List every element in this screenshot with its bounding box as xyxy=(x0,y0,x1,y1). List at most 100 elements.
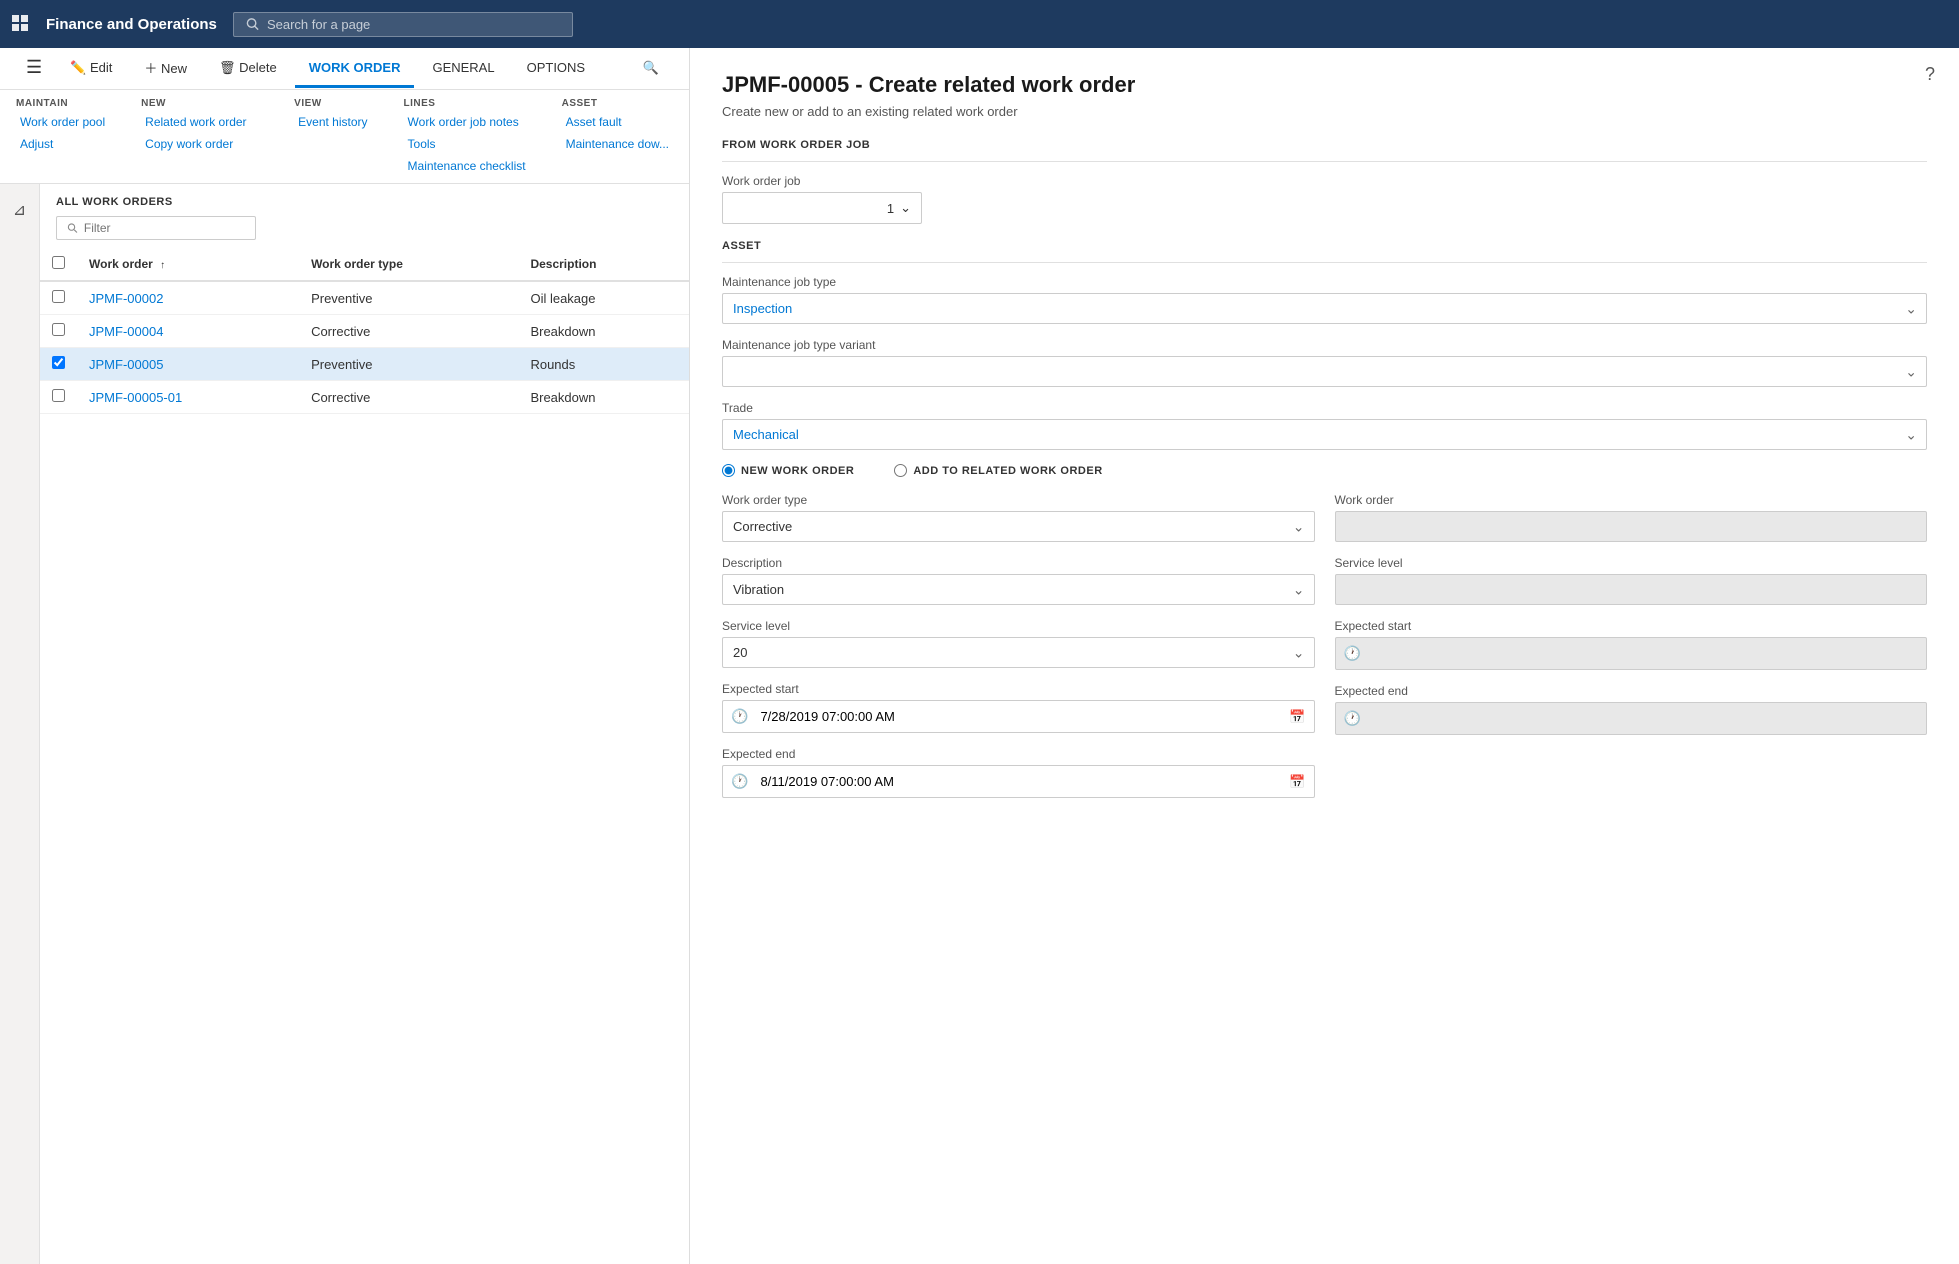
expected-end-field[interactable]: 🕐 📅 xyxy=(722,765,1315,798)
table-row[interactable]: JPMF-00005-01 Corrective Breakdown xyxy=(40,381,689,414)
section-asset: ASSET xyxy=(722,240,1927,252)
search-input[interactable] xyxy=(267,17,560,32)
top-nav: Finance and Operations xyxy=(0,0,1959,48)
table-row[interactable]: JPMF-00002 Preventive Oil leakage xyxy=(40,281,689,315)
select-all-checkbox[interactable] xyxy=(52,256,65,269)
row-checkbox-cell[interactable] xyxy=(40,281,77,315)
description-select[interactable]: Vibration xyxy=(722,574,1315,605)
expected-end-clock-icon: 🕐 xyxy=(723,766,756,797)
expected-end-group: Expected end 🕐 📅 xyxy=(722,747,1315,798)
asset-fault-item[interactable]: Asset fault xyxy=(562,113,673,131)
row-type-cell: Preventive xyxy=(299,281,518,315)
ribbon-group-lines: LINES Work order job notes Tools Mainten… xyxy=(404,98,530,175)
maintenance-dow-item[interactable]: Maintenance dow... xyxy=(562,135,673,153)
work-order-type-select-wrapper[interactable]: Corrective Preventive Inspection xyxy=(722,511,1315,542)
help-icon[interactable]: ? xyxy=(1925,64,1935,85)
right-expected-start-input xyxy=(1369,639,1926,668)
row-checkbox[interactable] xyxy=(52,356,65,369)
expected-start-calendar-icon[interactable]: 📅 xyxy=(1281,702,1313,732)
app-grid-icon[interactable] xyxy=(12,15,30,33)
work-order-job-field[interactable]: 1 ⌄ xyxy=(722,192,922,224)
right-service-level-label: Service level xyxy=(1335,556,1928,570)
expected-start-label: Expected start xyxy=(722,682,1315,696)
row-id-cell[interactable]: JPMF-00004 xyxy=(77,315,299,348)
maintenance-job-type-variant-label: Maintenance job type variant xyxy=(722,338,1927,352)
row-checkbox[interactable] xyxy=(52,389,65,402)
maintenance-job-type-group: Maintenance job type Inspection Correcti… xyxy=(722,275,1927,324)
expected-end-calendar-icon[interactable]: 📅 xyxy=(1281,767,1313,797)
radio-new-work-order[interactable]: NEW WORK ORDER xyxy=(722,464,854,477)
maintenance-job-type-variant-select[interactable] xyxy=(722,356,1927,387)
radio-add-to-related-input[interactable] xyxy=(894,464,907,477)
expected-start-input[interactable] xyxy=(756,702,1281,731)
work-order-job-notes-item[interactable]: Work order job notes xyxy=(404,113,530,131)
service-level-select[interactable]: 20 10 30 xyxy=(722,637,1315,668)
col-work-order[interactable]: Work order ↑ xyxy=(77,248,299,281)
row-id-cell[interactable]: JPMF-00002 xyxy=(77,281,299,315)
work-order-type-select[interactable]: Corrective Preventive Inspection xyxy=(722,511,1315,542)
radio-new-work-order-input[interactable] xyxy=(722,464,735,477)
description-select-wrapper[interactable]: Vibration xyxy=(722,574,1315,605)
row-checkbox-cell[interactable] xyxy=(40,315,77,348)
expected-start-field[interactable]: 🕐 📅 xyxy=(722,700,1315,733)
lines-group-items: Work order job notes Tools Maintenance c… xyxy=(404,113,530,175)
event-history-item[interactable]: Event history xyxy=(294,113,371,131)
filter-sidebar-icon[interactable]: ⊿ xyxy=(13,200,26,220)
service-level-label: Service level xyxy=(722,619,1315,633)
copy-work-order-item[interactable]: Copy work order xyxy=(141,135,237,153)
section-divider-1 xyxy=(722,161,1927,162)
expected-end-input[interactable] xyxy=(756,767,1281,796)
description-label: Description xyxy=(722,556,1315,570)
row-type-cell: Corrective xyxy=(299,315,518,348)
right-service-level-input xyxy=(1335,574,1928,605)
plus-icon: ＋ xyxy=(144,61,157,76)
row-id-cell[interactable]: JPMF-00005-01 xyxy=(77,381,299,414)
maintenance-checklist-item[interactable]: Maintenance checklist xyxy=(404,157,530,175)
right-panel: ? JPMF-00005 - Create related work order… xyxy=(690,48,1959,1264)
view-group-title: VIEW xyxy=(294,98,371,109)
global-search[interactable] xyxy=(233,12,573,37)
work-order-job-group: Work order job 1 ⌄ xyxy=(722,174,1927,224)
delete-button[interactable]: 🗑 Delete xyxy=(205,50,291,89)
row-id-cell[interactable]: JPMF-00005 xyxy=(77,348,299,381)
row-checkbox-cell[interactable] xyxy=(40,381,77,414)
adjust-item[interactable]: Adjust xyxy=(16,135,57,153)
trade-select[interactable]: Mechanical Electrical xyxy=(722,419,1927,450)
row-checkbox[interactable] xyxy=(52,323,65,336)
table-row[interactable]: JPMF-00005 Preventive Rounds xyxy=(40,348,689,381)
table-row[interactable]: JPMF-00004 Corrective Breakdown xyxy=(40,315,689,348)
hamburger-menu-button[interactable]: ☰ xyxy=(16,51,52,87)
work-order-pool-item[interactable]: Work order pool xyxy=(16,113,109,131)
row-desc-cell: Rounds xyxy=(518,348,689,381)
left-col: Work order type Corrective Preventive In… xyxy=(722,493,1315,812)
two-col-form: Work order type Corrective Preventive In… xyxy=(722,493,1927,812)
ribbon: ☰ ✏️ Edit ＋ New 🗑 Delete WORK ORDER GE xyxy=(0,48,689,184)
new-button[interactable]: ＋ New xyxy=(130,48,201,90)
maintenance-job-type-select-wrapper[interactable]: Inspection Corrective Preventive xyxy=(722,293,1927,324)
app-title: Finance and Operations xyxy=(46,16,217,33)
row-checkbox[interactable] xyxy=(52,290,65,303)
filter-search-icon xyxy=(67,222,78,234)
maintenance-job-type-select[interactable]: Inspection Corrective Preventive xyxy=(722,293,1927,324)
work-order-job-dropdown-icon: ⌄ xyxy=(900,200,911,216)
filter-input[interactable] xyxy=(84,221,245,235)
left-panel: ☰ ✏️ Edit ＋ New 🗑 Delete WORK ORDER GE xyxy=(0,48,690,1264)
new-group-items: Related work order Copy work order xyxy=(141,113,262,153)
maintain-group-items: Work order pool Adjust xyxy=(16,113,109,153)
maintenance-job-type-variant-select-wrapper[interactable] xyxy=(722,356,1927,387)
maintenance-job-type-label: Maintenance job type xyxy=(722,275,1927,289)
related-work-order-item[interactable]: Related work order xyxy=(141,113,250,131)
row-checkbox-cell[interactable] xyxy=(40,348,77,381)
filter-input-wrapper[interactable] xyxy=(56,216,256,240)
tab-work-order[interactable]: WORK ORDER xyxy=(295,50,415,88)
radio-add-to-related[interactable]: ADD TO RELATED WORK ORDER xyxy=(894,464,1102,477)
tools-item[interactable]: Tools xyxy=(404,135,530,153)
select-all-header[interactable] xyxy=(40,248,77,281)
col-description: Description xyxy=(518,248,689,281)
ribbon-search-button[interactable]: 🔍 xyxy=(629,50,673,89)
tab-general[interactable]: GENERAL xyxy=(418,50,508,88)
trade-select-wrapper[interactable]: Mechanical Electrical xyxy=(722,419,1927,450)
service-level-select-wrapper[interactable]: 20 10 30 xyxy=(722,637,1315,668)
edit-button[interactable]: ✏️ Edit xyxy=(56,50,126,89)
tab-options[interactable]: OPTIONS xyxy=(513,50,600,88)
